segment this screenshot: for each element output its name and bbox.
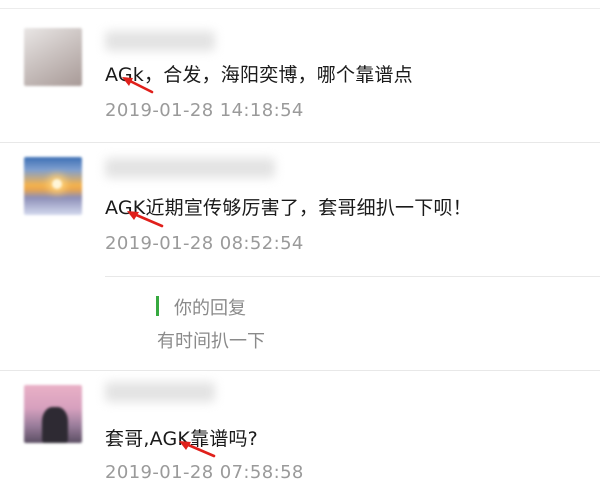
divider	[0, 370, 600, 371]
divider	[0, 142, 600, 143]
username-blurred[interactable]	[105, 382, 215, 402]
avatar[interactable]	[24, 385, 82, 443]
reply-label: 你的回复	[174, 298, 246, 319]
comment-timestamp: 2019-01-28 07:58:58	[105, 462, 304, 483]
avatar-figure-shape	[42, 407, 68, 443]
annotation-arrow-icon	[127, 211, 164, 228]
avatar[interactable]	[24, 157, 82, 215]
annotation-arrow-icon	[179, 441, 216, 458]
reply-divider	[105, 276, 600, 277]
reply-accent-bar	[156, 296, 159, 316]
avatar[interactable]	[24, 28, 82, 86]
username-blurred[interactable]	[105, 31, 215, 51]
avatar-sun-shape	[52, 179, 62, 189]
top-divider	[0, 8, 600, 9]
annotation-arrow-icon	[122, 77, 154, 94]
reply-text: 有时间扒一下	[157, 331, 265, 352]
username-blurred[interactable]	[105, 158, 275, 178]
comment-timestamp: 2019-01-28 14:18:54	[105, 100, 304, 121]
comment-timestamp: 2019-01-28 08:52:54	[105, 233, 304, 254]
